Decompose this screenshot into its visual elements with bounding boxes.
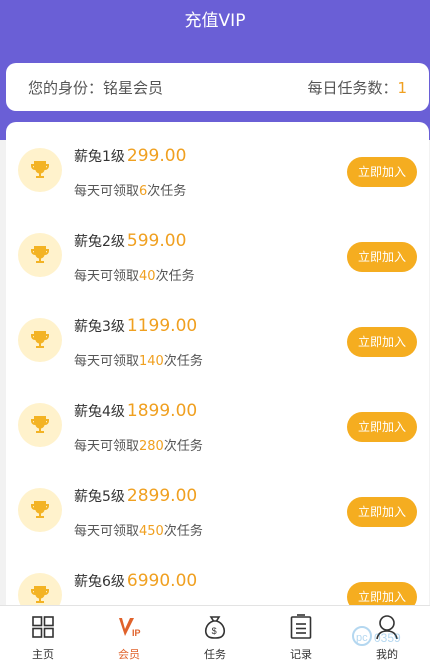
- level-name: 薪兔3级: [74, 319, 125, 335]
- vip-icon: IP: [117, 614, 141, 640]
- join-button[interactable]: 立即加入: [347, 242, 417, 272]
- level-price: 299.00: [126, 146, 187, 166]
- identity-card: 您的身份：铭星会员 每日任务数：1: [6, 63, 429, 111]
- level-description: 每天可领取140次任务: [74, 350, 203, 369]
- tab-label: 会员: [118, 648, 140, 661]
- level-description: 每天可领取6次任务: [74, 180, 186, 199]
- join-button[interactable]: 立即加入: [347, 412, 417, 442]
- money-bag-icon: $: [203, 614, 227, 640]
- vip-level-item: 薪兔4级 1899.00 每天可领取280次任务 立即加入: [6, 377, 429, 462]
- vip-level-item: 薪兔3级 1199.00 每天可领取140次任务 立即加入: [6, 292, 429, 377]
- desc-suffix: 次任务: [147, 184, 187, 199]
- trophy-icon: [18, 403, 62, 447]
- tab-label: 任务: [204, 648, 226, 661]
- vip-level-item: 薪兔2级 599.00 每天可领取40次任务 立即加入: [6, 207, 429, 292]
- desc-prefix: 每天可领取: [74, 354, 140, 369]
- vip-level-item: 薪兔6级 6990.00 立即加入: [6, 547, 429, 612]
- daily-tasks: 每日任务数：1: [307, 77, 407, 98]
- level-price: 599.00: [126, 231, 187, 251]
- level-name: 薪兔2级: [74, 234, 125, 250]
- level-description: 每天可领取450次任务: [74, 520, 203, 539]
- level-name-line: 薪兔1级 299.00: [74, 146, 186, 166]
- tab-label: 记录: [290, 648, 312, 661]
- svg-text:IP: IP: [132, 628, 141, 638]
- daily-tasks-label: 每日任务数：: [307, 78, 398, 97]
- level-name: 薪兔1级: [74, 149, 125, 165]
- vip-level-item: 薪兔5级 2899.00 每天可领取450次任务 立即加入: [6, 462, 429, 547]
- desc-prefix: 每天可领取: [74, 524, 140, 539]
- vip-level-list: 薪兔1级 299.00 每天可领取6次任务 立即加入 薪兔2级 599.00 每天可…: [6, 122, 429, 612]
- watermark-logo: pc 0359: [352, 622, 412, 658]
- task-count: 140: [139, 354, 164, 369]
- svg-text:0359: 0359: [374, 631, 401, 645]
- tab-tasks[interactable]: $ 任务: [172, 606, 258, 665]
- tab-records[interactable]: 记录: [258, 606, 344, 665]
- level-name-line: 薪兔5级 2899.00: [74, 486, 197, 506]
- desc-suffix: 次任务: [163, 354, 203, 369]
- level-name-line: 薪兔4级 1899.00: [74, 401, 197, 421]
- tab-label: 主页: [32, 648, 54, 661]
- tab-home[interactable]: 主页: [0, 606, 86, 665]
- vip-level-item: 薪兔1级 299.00 每天可领取6次任务 立即加入: [6, 122, 429, 207]
- grid-icon: [31, 614, 55, 640]
- level-name: 薪兔5级: [74, 489, 125, 505]
- join-button[interactable]: 立即加入: [347, 497, 417, 527]
- level-name: 薪兔4级: [74, 404, 125, 420]
- identity-label: 您的身份：铭星会员: [28, 78, 164, 97]
- level-description: 每天可领取280次任务: [74, 435, 203, 454]
- svg-text:pc: pc: [356, 632, 368, 644]
- desc-suffix: 次任务: [163, 439, 203, 454]
- level-price: 1199.00: [126, 316, 198, 336]
- level-name-line: 薪兔2级 599.00: [74, 231, 186, 251]
- task-count: 450: [139, 524, 164, 539]
- page-title: 充值VIP: [184, 11, 246, 31]
- level-name-line: 薪兔6级 6990.00: [74, 571, 197, 591]
- desc-prefix: 每天可领取: [74, 184, 140, 199]
- clipboard-icon: [289, 614, 313, 640]
- task-count: 280: [139, 439, 164, 454]
- trophy-icon: [18, 488, 62, 532]
- daily-tasks-value: 1: [397, 78, 407, 97]
- join-button[interactable]: 立即加入: [347, 327, 417, 357]
- svg-text:$: $: [212, 626, 217, 636]
- join-button[interactable]: 立即加入: [347, 157, 417, 187]
- desc-prefix: 每天可领取: [74, 439, 140, 454]
- trophy-icon: [18, 318, 62, 362]
- level-price: 6990.00: [126, 571, 198, 591]
- desc-prefix: 每天可领取: [74, 269, 140, 284]
- desc-suffix: 次任务: [163, 524, 203, 539]
- trophy-icon: [18, 233, 62, 277]
- tab-member[interactable]: IP 会员: [86, 606, 172, 665]
- level-name: 薪兔6级: [74, 574, 125, 590]
- level-price: 2899.00: [126, 486, 198, 506]
- level-name-line: 薪兔3级 1199.00: [74, 316, 197, 336]
- desc-suffix: 次任务: [155, 269, 195, 284]
- level-description: 每天可领取40次任务: [74, 265, 195, 284]
- task-count: 40: [139, 269, 156, 284]
- level-price: 1899.00: [126, 401, 198, 421]
- trophy-icon: [18, 148, 62, 192]
